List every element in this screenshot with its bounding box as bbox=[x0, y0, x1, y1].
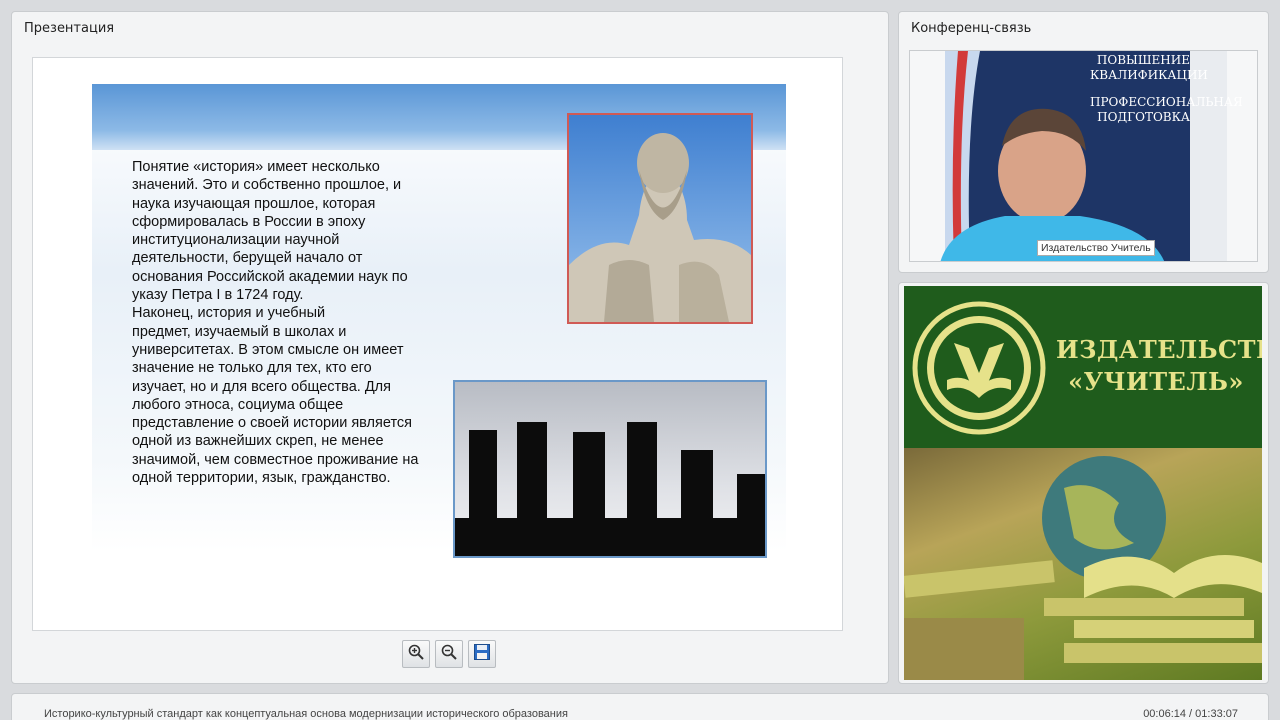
save-icon bbox=[473, 643, 491, 666]
slide-paragraph-2: Наконец, история и учебный предмет, изуч… bbox=[132, 305, 419, 487]
webinar-title: Историко-культурный стандарт как концепт… bbox=[44, 708, 568, 720]
slide-viewer[interactable]: Понятие «история» имеет несколько значен… bbox=[32, 57, 843, 631]
logo-header: ИЗДАТЕЛЬСТВО «УЧИТЕЛЬ» bbox=[904, 286, 1262, 448]
presentation-panel-title: Презентация bbox=[24, 21, 115, 36]
banner-line: КВАЛИФИКАЦИИ bbox=[1090, 68, 1208, 82]
publisher-name: ИЗДАТЕЛЬСТВО «УЧИТЕЛЬ» bbox=[1056, 334, 1262, 398]
zoom-out-icon bbox=[440, 643, 458, 666]
slide-paragraph-1: Понятие «история» имеет несколько значен… bbox=[132, 159, 408, 304]
banner-line: ПОВЫШЕНИЕ bbox=[1096, 53, 1190, 67]
webcam-video[interactable]: ПОВЫШЕНИЕ КВАЛИФИКАЦИИ ПРОФЕССИОНАЛЬНАЯ … bbox=[909, 50, 1258, 262]
publisher-banner: ИЗДАТЕЛЬСТВО «УЧИТЕЛЬ» bbox=[904, 286, 1262, 680]
slide-toolbar bbox=[402, 640, 496, 668]
conference-panel: Конференц-связь ПОВЫШЕНИЕ КВАЛИФИКАЦИИ П… bbox=[898, 11, 1269, 273]
zoom-out-button[interactable] bbox=[435, 640, 463, 668]
banner-text: ПОВЫШЕНИЕ КВАЛИФИКАЦИИ ПРОФЕССИОНАЛЬНАЯ … bbox=[1090, 53, 1243, 125]
publisher-name-line: «УЧИТЕЛЬ» bbox=[1068, 367, 1244, 396]
statue-image bbox=[567, 113, 753, 324]
zoom-in-button[interactable] bbox=[402, 640, 430, 668]
books-globe-image bbox=[904, 448, 1262, 680]
presentation-panel: Презентация Понятие «история» имеет неск… bbox=[11, 11, 889, 684]
publisher-logo-icon bbox=[912, 301, 1046, 435]
banner-line: ПРОФЕССИОНАЛЬНАЯ bbox=[1090, 95, 1243, 109]
speaker-label: Издательство Учитель bbox=[1037, 240, 1155, 256]
save-button[interactable] bbox=[468, 640, 496, 668]
zoom-in-icon bbox=[407, 643, 425, 666]
webcam-frame bbox=[910, 51, 1257, 261]
banner-line: ПОДГОТОВКА bbox=[1097, 110, 1190, 124]
slide-text: Понятие «история» имеет несколько значен… bbox=[132, 158, 452, 487]
moai-image bbox=[453, 380, 767, 558]
conference-panel-title: Конференц-связь bbox=[911, 21, 1032, 36]
playback-time: 00:06:14 / 01:33:07 bbox=[1143, 708, 1238, 720]
publisher-name-line: ИЗДАТЕЛЬСТВО bbox=[1056, 335, 1262, 364]
publisher-panel: ИЗДАТЕЛЬСТВО «УЧИТЕЛЬ» bbox=[898, 282, 1269, 684]
player-footer: Историко-культурный стандарт как концепт… bbox=[11, 693, 1269, 720]
